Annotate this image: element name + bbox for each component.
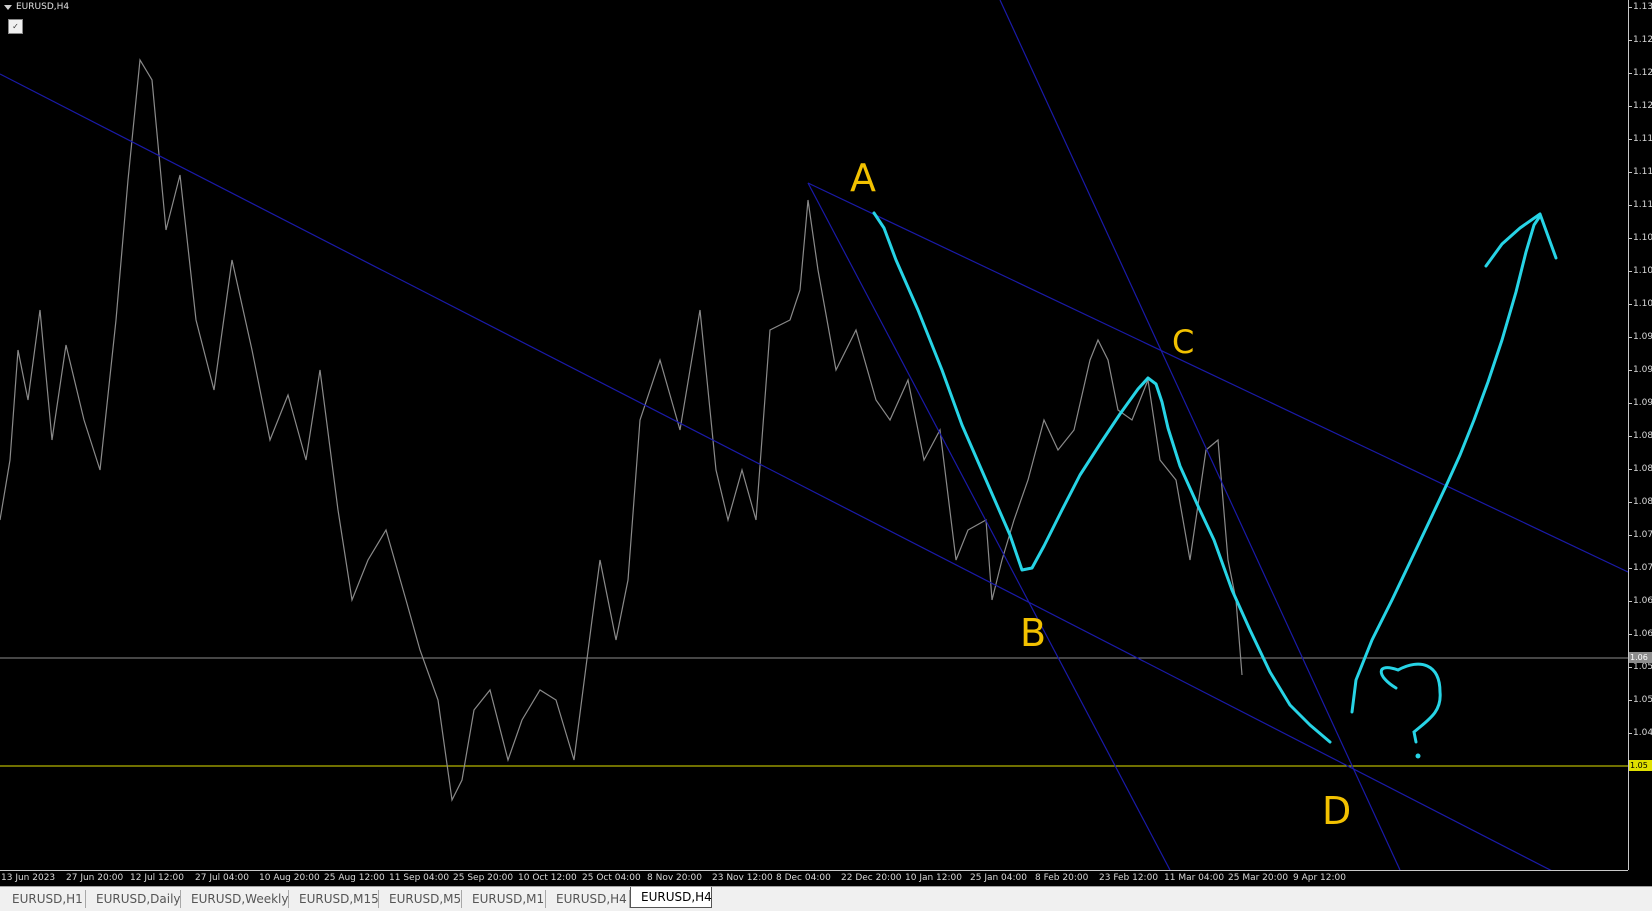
- time-tick-label: 22 Dec 20:00: [841, 873, 902, 883]
- chart-title-label: EURUSD,H4: [16, 2, 70, 12]
- price-tick-label: 1.09: [1633, 365, 1652, 375]
- drawn-up-arrow: [1350, 214, 1542, 714]
- time-tick-label: 10 Oct 12:00: [518, 873, 577, 883]
- time-tick-label: 25 Oct 04:00: [582, 873, 641, 883]
- time-tick-label: 27 Jun 20:00: [66, 873, 124, 883]
- time-tick-label: 8 Dec 04:00: [776, 873, 831, 883]
- tab[interactable]: EURUSD,Weekly: [181, 890, 289, 908]
- price-tick-mark: [1629, 370, 1632, 371]
- price-tick-label: 1.08: [1633, 431, 1652, 441]
- price-tick-mark: [1629, 667, 1632, 668]
- tab[interactable]: EURUSD,M15: [289, 890, 379, 908]
- price-series: [0, 58, 1243, 802]
- price-tick-label: 1.05: [1633, 695, 1652, 705]
- time-tick-label: 10 Aug 20:00: [259, 873, 320, 883]
- price-tick-label: 1.06: [1633, 596, 1652, 606]
- trendline-long-upper[interactable]: [0, 73, 1560, 870]
- price-tick-label: 1.07: [1633, 563, 1652, 573]
- chart-svg[interactable]: [0, 0, 1628, 870]
- price-tick-label: 1.05: [1633, 662, 1652, 672]
- horizontal-level-badge: 1.05: [1629, 760, 1652, 771]
- drawn-abc-path: [872, 211, 1332, 744]
- price-tick-label: 1.07: [1633, 530, 1652, 540]
- chevron-down-icon[interactable]: [4, 4, 12, 10]
- price-tick-label: 1.09: [1633, 398, 1652, 408]
- collapse-icon[interactable]: ✓: [8, 19, 23, 34]
- price-tick-label: 1.10: [1633, 266, 1652, 276]
- chart-title[interactable]: EURUSD,H4: [4, 2, 69, 12]
- price-tick-label: 1.10: [1633, 299, 1652, 309]
- price-axis[interactable]: 1.13 1.12 1.12 1.12 1.11 1.11 1.11 1.10 1.10 1.10…: [1629, 0, 1652, 870]
- price-tick-mark: [1629, 733, 1632, 734]
- time-tick-label: 23 Feb 12:00: [1099, 873, 1159, 883]
- tab[interactable]: EURUSD,H1: [2, 890, 86, 908]
- tab-active[interactable]: EURUSD,H4: [630, 887, 712, 908]
- tab[interactable]: EURUSD,H4: [546, 890, 630, 908]
- time-tick-label: 25 Aug 12:00: [324, 873, 385, 883]
- price-tick-label: 1.12: [1633, 101, 1652, 111]
- price-tick-label: 1.08: [1633, 497, 1652, 507]
- price-tick-mark: [1629, 568, 1632, 569]
- time-tick-label: 8 Feb 20:00: [1035, 873, 1089, 883]
- annotation-d: D: [1322, 789, 1352, 833]
- price-tick-label: 1.06: [1633, 629, 1652, 639]
- time-axis[interactable]: 13 Jun 2023 27 Jun 20:00 12 Jul 12:00 27 Ju…: [0, 870, 1628, 887]
- price-tick-label: 1.04: [1633, 728, 1652, 738]
- price-tick-label: 1.11: [1633, 200, 1652, 210]
- current-price-badge: 1.06: [1629, 652, 1652, 663]
- price-tick-label: 1.11: [1633, 167, 1652, 177]
- time-tick-label: 8 Nov 20:00: [647, 873, 702, 883]
- annotation-c: C: [1172, 323, 1195, 361]
- price-tick-mark: [1629, 304, 1632, 305]
- chart-tab-bar: EURUSD,H1 EURUSD,Daily EURUSD,Weekly EURUSD…: [0, 886, 1652, 911]
- price-tick-label: 1.13: [1633, 2, 1652, 12]
- price-tick-mark: [1629, 40, 1632, 41]
- price-tick-mark: [1629, 469, 1632, 470]
- price-tick-mark: [1629, 271, 1632, 272]
- question-mark-drawing: [1379, 662, 1442, 744]
- time-tick-label: 12 Jul 12:00: [130, 873, 184, 883]
- tab[interactable]: EURUSD,Daily: [86, 890, 181, 908]
- price-tick-label: 1.12: [1633, 68, 1652, 78]
- annotation-b: B: [1020, 611, 1047, 655]
- chart-plot-area[interactable]: EURUSD,H4 ✓ A B C D: [0, 0, 1629, 870]
- price-tick-mark: [1629, 403, 1632, 404]
- trendline-ab-steep[interactable]: [807, 182, 1171, 870]
- price-tick-label: 1.10: [1633, 233, 1652, 243]
- time-tick-label: 10 Jan 12:00: [905, 873, 962, 883]
- time-tick-label: 9 Apr 12:00: [1293, 873, 1346, 883]
- chart-window[interactable]: EURUSD,H4 ✓ A B C D 1.13 1.12 1.12 1.12 1.11…: [0, 0, 1652, 887]
- time-tick-label: 23 Nov 12:00: [712, 873, 773, 883]
- price-tick-mark: [1629, 601, 1632, 602]
- price-tick-mark: [1629, 172, 1632, 173]
- price-tick-mark: [1629, 238, 1632, 239]
- time-tick-label: 25 Sep 20:00: [453, 873, 514, 883]
- price-tick-mark: [1629, 73, 1632, 74]
- time-tick-label: 13 Jun 2023: [1, 873, 56, 883]
- tab[interactable]: EURUSD,M5: [379, 890, 462, 908]
- price-tick-mark: [1629, 205, 1632, 206]
- price-tick-mark: [1629, 535, 1632, 536]
- price-tick-mark: [1629, 7, 1632, 8]
- price-tick-mark: [1629, 634, 1632, 635]
- price-tick-label: 1.08: [1633, 464, 1652, 474]
- question-mark-dot: [1415, 753, 1421, 759]
- price-tick-mark: [1629, 436, 1632, 437]
- time-tick-label: 27 Jul 04:00: [195, 873, 249, 883]
- price-tick-mark: [1629, 139, 1632, 140]
- time-tick-label: 11 Mar 04:00: [1164, 873, 1225, 883]
- time-tick-label: 25 Mar 20:00: [1228, 873, 1289, 883]
- price-tick-label: 1.12: [1633, 35, 1652, 45]
- price-tick-mark: [1629, 502, 1632, 503]
- tab[interactable]: EURUSD,M1: [462, 890, 546, 908]
- drawn-arrow-head: [1484, 212, 1558, 268]
- time-tick-label: 25 Jan 04:00: [970, 873, 1027, 883]
- annotation-a: A: [850, 156, 876, 200]
- price-tick-mark: [1629, 700, 1632, 701]
- time-tick-label: 11 Sep 04:00: [389, 873, 450, 883]
- price-tick-mark: [1629, 106, 1632, 107]
- price-tick-mark: [1629, 337, 1632, 338]
- price-tick-label: 1.09: [1633, 332, 1652, 342]
- price-tick-label: 1.11: [1633, 134, 1652, 144]
